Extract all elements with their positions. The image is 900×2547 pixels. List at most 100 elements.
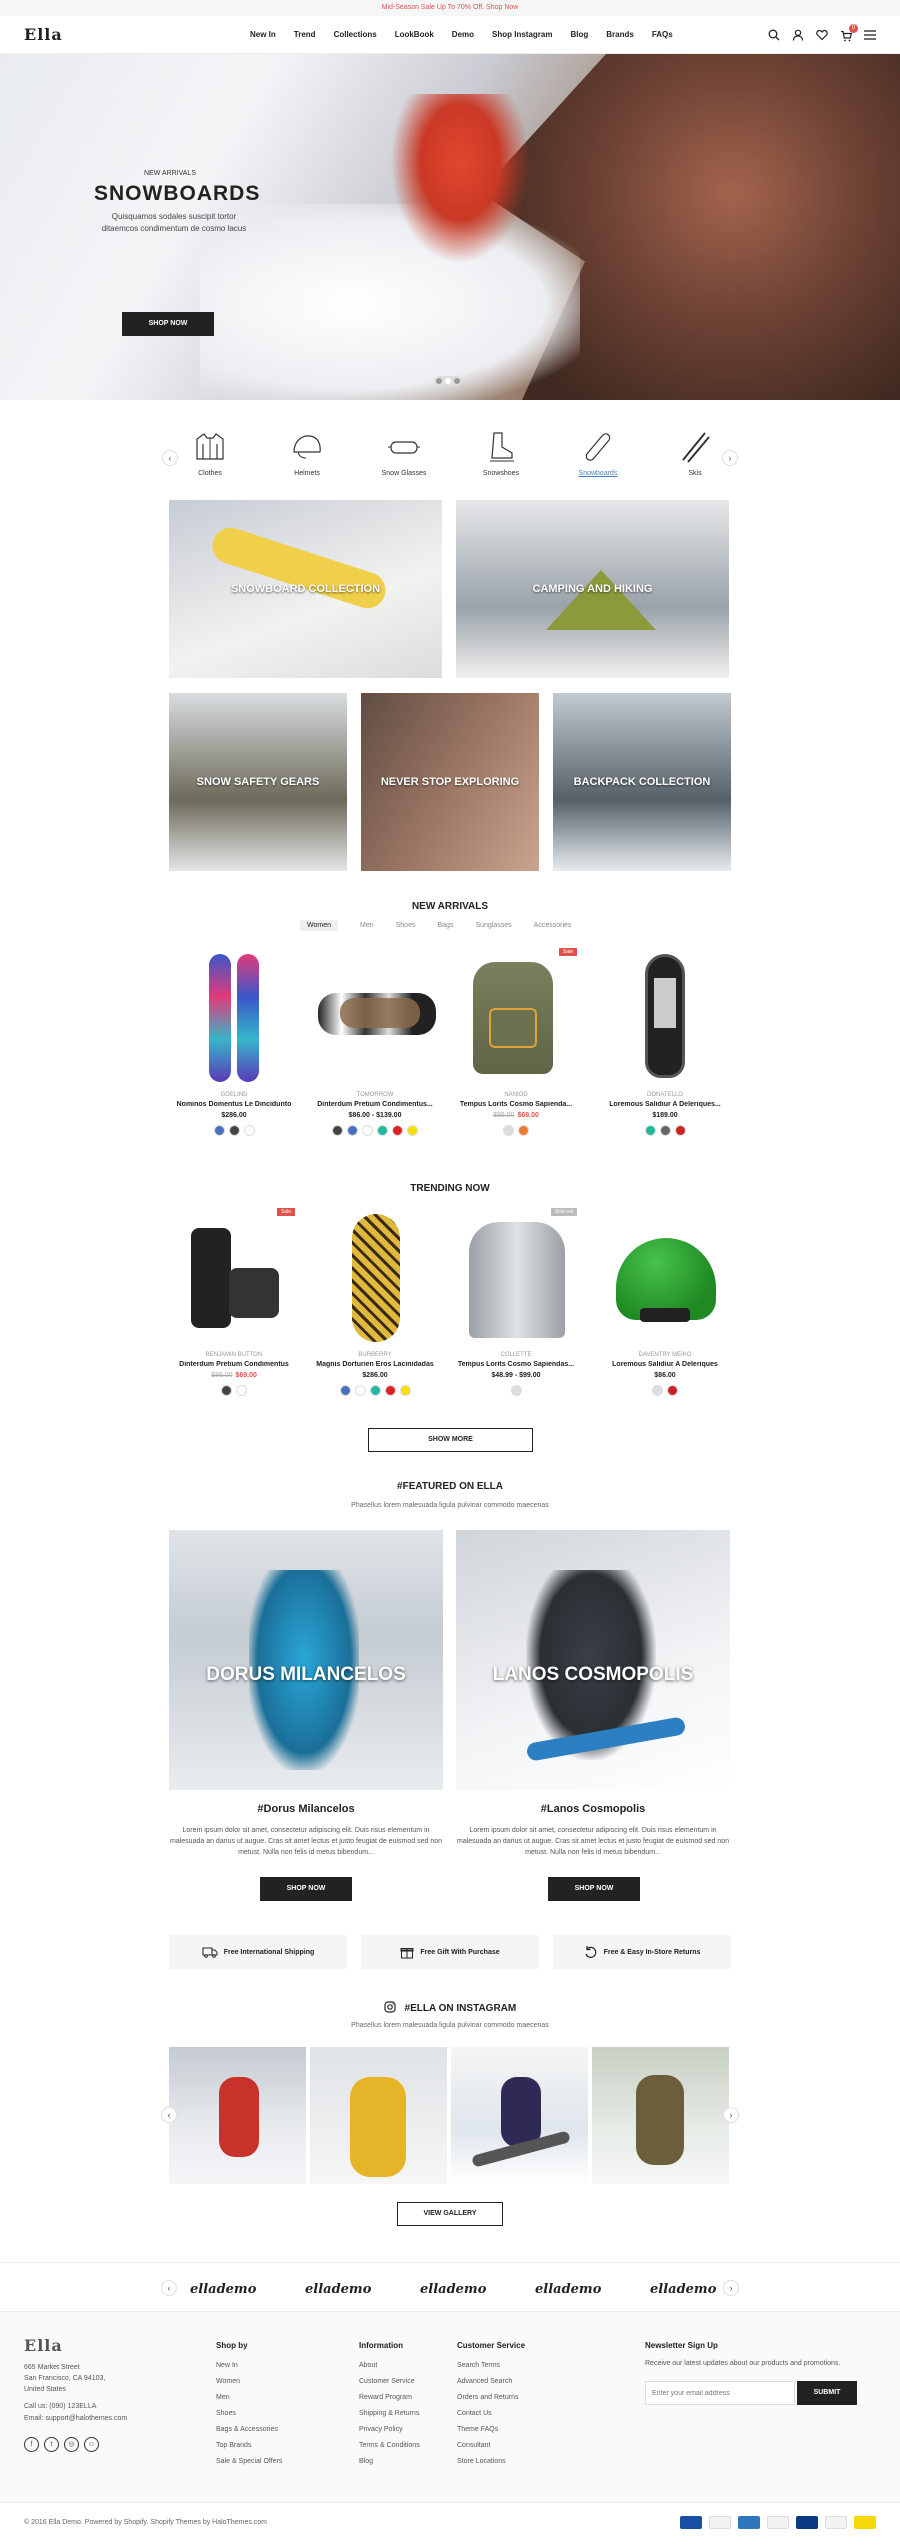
product-image[interactable]	[600, 948, 730, 1088]
heart-icon[interactable]	[816, 29, 828, 41]
collection-tile-snowboard[interactable]: SNOWBOARD COLLECTION	[169, 500, 442, 678]
collection-tile-camping[interactable]: CAMPING AND HIKING	[456, 500, 729, 678]
featured-item-title[interactable]: #Lanos Cosmopolis	[456, 1803, 730, 1815]
category-snowboards[interactable]: Snowboards	[573, 430, 623, 477]
snapchat-icon[interactable]: ☺	[84, 2437, 99, 2452]
facebook-icon[interactable]: f	[24, 2437, 39, 2452]
footer-link[interactable]: Privacy Policy	[359, 2422, 420, 2438]
brand-logo[interactable]: ellademo	[650, 2282, 716, 2297]
promo-text[interactable]: Mid-Season Sale Up To 70% Off. Shop Now	[382, 4, 519, 11]
footer-link[interactable]: Shipping & Returns	[359, 2406, 420, 2422]
product-card[interactable]: Sale NANIOD Tempus Lorits Cosmo Sapienda…	[451, 948, 581, 1136]
carousel-prev-button[interactable]: ‹	[162, 450, 178, 466]
footer-link[interactable]: New In	[216, 2358, 282, 2374]
product-card[interactable]: DAVENTRY MEIKO Loremous Salidiur A Deler…	[600, 1208, 730, 1396]
featured-shop-now-button[interactable]: SHOP NOW	[260, 1877, 352, 1901]
color-swatch[interactable]	[392, 1125, 403, 1136]
color-swatch[interactable]	[377, 1125, 388, 1136]
nav-item[interactable]: Shop Instagram	[492, 30, 552, 39]
featured-image-dorus[interactable]: DORUS MILANCELOS	[169, 1530, 443, 1790]
newsletter-submit-button[interactable]: SUBMIT	[797, 2381, 857, 2405]
product-image[interactable]	[310, 1208, 440, 1348]
instagram-photo[interactable]	[169, 2047, 306, 2184]
collection-tile-exploring[interactable]: NEVER STOP EXPLORING	[361, 693, 539, 871]
featured-image-lanos[interactable]: LANOS COSMOPOLIS	[456, 1530, 730, 1790]
footer-link[interactable]: About	[359, 2358, 420, 2374]
nav-item[interactable]: New In	[250, 30, 276, 39]
featured-shop-now-button[interactable]: SHOP NOW	[548, 1877, 640, 1901]
footer-link[interactable]: Customer Service	[359, 2374, 420, 2390]
footer-link[interactable]: Theme FAQs	[457, 2422, 525, 2438]
color-swatch[interactable]	[228, 1125, 240, 1136]
color-swatch[interactable]	[362, 1125, 373, 1136]
color-swatch[interactable]	[332, 1125, 343, 1136]
color-swatch[interactable]	[399, 1385, 411, 1396]
product-card[interactable]: GOELIND Nominos Domentus Le Dincidunto $…	[169, 948, 299, 1136]
nav-item[interactable]: Demo	[452, 30, 474, 39]
color-swatch[interactable]	[659, 1125, 671, 1136]
brand-logo[interactable]: ellademo	[305, 2282, 371, 2297]
instagram-photo[interactable]	[592, 2047, 729, 2184]
carousel-next-button[interactable]: ›	[722, 450, 738, 466]
category-helmets[interactable]: Helmets	[282, 430, 332, 477]
footer-logo[interactable]: Ella	[24, 2338, 127, 2354]
footer-link[interactable]: Consultant	[457, 2438, 525, 2454]
slider-dot[interactable]	[436, 378, 442, 384]
instagram-social-icon[interactable]: ◎	[64, 2437, 79, 2452]
product-image[interactable]: Sold out	[451, 1208, 581, 1348]
color-swatch[interactable]	[503, 1125, 514, 1136]
brands-prev-button[interactable]: ‹	[161, 2280, 177, 2296]
product-name[interactable]: Loremous Salidiur A Deleriques	[600, 1361, 730, 1368]
footer-link[interactable]: Search Terms	[457, 2358, 525, 2374]
footer-link[interactable]: Top Brands	[216, 2438, 282, 2454]
footer-link[interactable]: Shoes	[216, 2406, 282, 2422]
product-image[interactable]	[169, 948, 299, 1088]
product-name[interactable]: Dinterdum Pretium Condimentus...	[310, 1101, 440, 1108]
footer-link[interactable]: Advanced Search	[457, 2374, 525, 2390]
footer-link[interactable]: Sale & Special Offers	[216, 2454, 282, 2470]
product-name[interactable]: Loremous Salidiur A Deleriques...	[600, 1101, 730, 1108]
hero-shop-now-button[interactable]: SHOP NOW	[122, 312, 214, 336]
footer-link[interactable]: Terms & Conditions	[359, 2438, 420, 2454]
product-name[interactable]: Tempus Lorits Cosmo Sapienda...	[451, 1101, 581, 1108]
cart-button[interactable]: 0	[840, 23, 858, 41]
nav-item[interactable]: LookBook	[395, 30, 434, 39]
color-swatch[interactable]	[213, 1125, 225, 1136]
brands-next-button[interactable]: ›	[723, 2280, 739, 2296]
footer-email[interactable]: Email: support@halothemes.com	[24, 2413, 127, 2425]
user-icon[interactable]	[792, 29, 804, 41]
slider-dot-active[interactable]	[445, 378, 451, 384]
nav-item[interactable]: Blog	[570, 30, 588, 39]
menu-icon[interactable]	[864, 29, 876, 41]
color-swatch[interactable]	[243, 1125, 255, 1136]
tab-bags[interactable]: Bags	[437, 922, 453, 931]
footer-link[interactable]: Store Locations	[457, 2454, 525, 2470]
color-swatch[interactable]	[674, 1125, 686, 1136]
category-snow-glasses[interactable]: Snow Glasses	[379, 430, 429, 477]
color-swatch[interactable]	[369, 1385, 381, 1396]
category-clothes[interactable]: Clothes	[185, 430, 235, 477]
promo-bar[interactable]: Mid-Season Sale Up To 70% Off. Shop Now	[0, 0, 900, 16]
brand-logo[interactable]: ellademo	[535, 2282, 601, 2297]
footer-link[interactable]: Blog	[359, 2454, 420, 2470]
product-name[interactable]: Magnis Dorturien Eros Lacinidadas	[310, 1361, 440, 1368]
color-swatch[interactable]	[510, 1385, 522, 1396]
product-name[interactable]: Dinterdum Pretium Condimentus	[169, 1361, 299, 1368]
featured-item-title[interactable]: #Dorus Milancelos	[169, 1803, 443, 1815]
color-swatch[interactable]	[652, 1385, 663, 1396]
product-image[interactable]	[600, 1208, 730, 1348]
product-card[interactable]: BURBERRY Magnis Dorturien Eros Lacinidad…	[310, 1208, 440, 1396]
instagram-next-button[interactable]: ›	[723, 2107, 739, 2123]
tab-men[interactable]: Men	[360, 922, 374, 931]
product-name[interactable]: Tempus Lorits Cosmo Sapiendas...	[451, 1361, 581, 1368]
product-card[interactable]: TOMORROW Dinterdum Pretium Condimentus..…	[310, 948, 440, 1136]
color-swatch[interactable]	[354, 1385, 366, 1396]
color-swatch[interactable]	[236, 1385, 247, 1396]
footer-link[interactable]: Women	[216, 2374, 282, 2390]
collection-tile-safety[interactable]: SNOW SAFETY GEARS	[169, 693, 347, 871]
nav-item[interactable]: Trend	[294, 30, 316, 39]
footer-link[interactable]: Contact Us	[457, 2406, 525, 2422]
color-swatch[interactable]	[347, 1125, 358, 1136]
collection-tile-backpack[interactable]: BACKPACK COLLECTION	[553, 693, 731, 871]
tab-sunglasses[interactable]: Sunglasses	[475, 922, 511, 931]
